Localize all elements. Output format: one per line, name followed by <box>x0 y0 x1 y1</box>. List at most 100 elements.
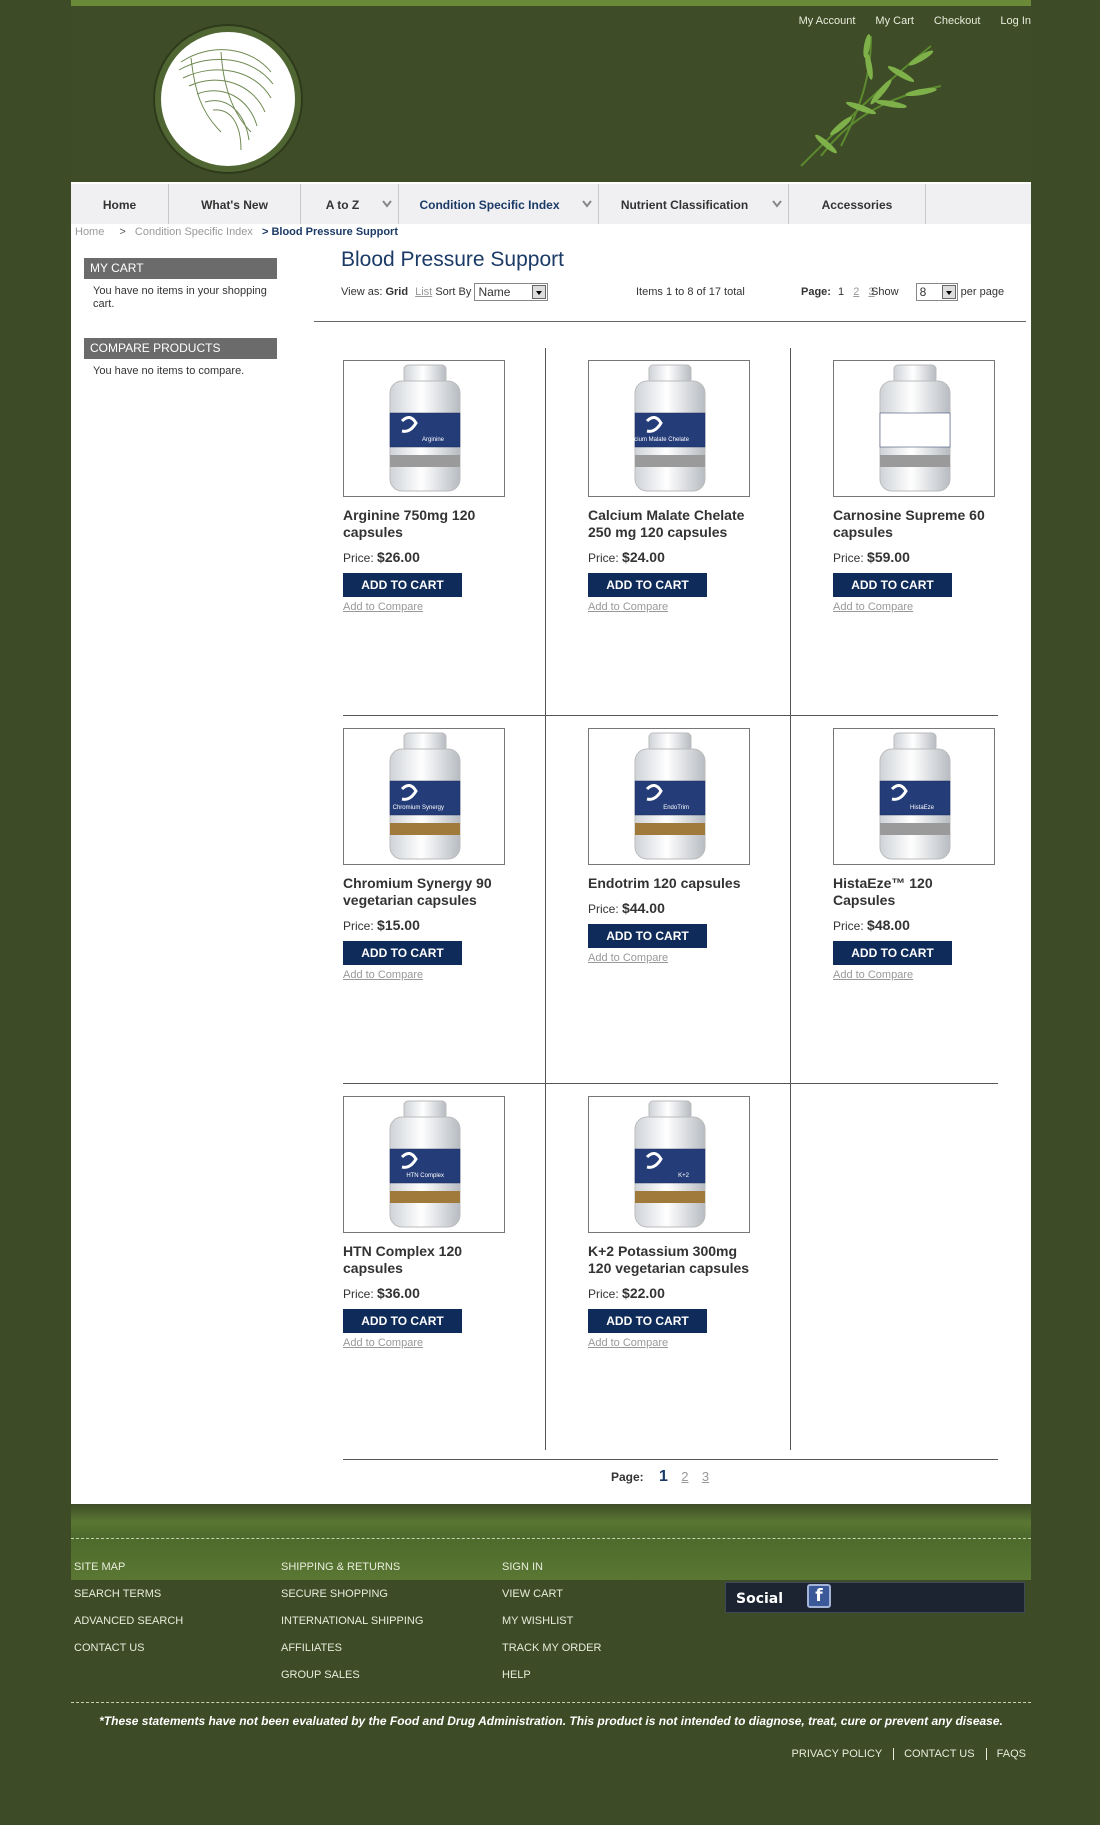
add-to-cart-button[interactable]: ADD TO CART <box>588 924 707 948</box>
product-image[interactable]: Calcium Malate Chelate <box>588 360 750 497</box>
add-to-cart-button[interactable]: ADD TO CART <box>833 573 952 597</box>
add-to-cart-button[interactable]: ADD TO CART <box>588 1309 707 1333</box>
legal-links: PRIVACY POLICY CONTACT US FAQS <box>774 1748 1026 1760</box>
product-name[interactable]: HTN Complex 120 capsules <box>343 1243 508 1277</box>
add-to-cart-button[interactable]: ADD TO CART <box>343 1309 462 1333</box>
price-value: $22.00 <box>622 1285 665 1301</box>
product-name[interactable]: HistaEze™ 120 Capsules <box>833 875 998 909</box>
product-name[interactable]: Arginine 750mg 120 capsules <box>343 507 508 541</box>
footer-advanced-search-link[interactable]: Advanced Search <box>74 1615 183 1627</box>
product-image[interactable]: HTN Complex <box>343 1096 505 1233</box>
product-image[interactable]: Chromium Synergy <box>343 728 505 865</box>
footer-group-sales-link[interactable]: Group Sales <box>281 1669 360 1681</box>
add-to-compare-link[interactable]: Add to Compare <box>343 1337 543 1349</box>
add-to-compare-link[interactable]: Add to Compare <box>343 601 543 613</box>
nav-label: Home <box>102 198 137 212</box>
bottom-page-2-link[interactable]: 2 <box>681 1469 688 1484</box>
nav-nutrient-classification[interactable]: Nutrient Classification <box>599 184 789 224</box>
price-value: $15.00 <box>377 917 420 933</box>
footer-search-terms-link[interactable]: Search Terms <box>74 1588 161 1600</box>
footer-affiliates-link[interactable]: Affiliates <box>281 1642 342 1654</box>
product-image[interactable]: EndoTrim <box>588 728 750 865</box>
footer-site-map-link[interactable]: Site Map <box>74 1561 125 1573</box>
footer-band <box>71 1504 1031 1580</box>
footer-shipping-returns-link[interactable]: Shipping & Returns <box>281 1561 400 1573</box>
footer-contact-us-link[interactable]: Contact Us <box>74 1642 145 1654</box>
supplement-bottle-icon: Carnosine Supreme <box>879 364 951 492</box>
bottle-label-text: HistaEze <box>910 805 935 811</box>
product-price: Price: $26.00 <box>343 549 543 565</box>
add-to-cart-button[interactable]: ADD TO CART <box>343 941 462 965</box>
footer-secure-shopping-link[interactable]: Secure Shopping <box>281 1588 388 1600</box>
footer-my-wishlist-link[interactable]: My Wishlist <box>502 1615 573 1627</box>
nav-label: Accessories <box>821 198 893 212</box>
add-to-compare-link[interactable]: Add to Compare <box>588 1337 788 1349</box>
add-to-compare-link[interactable]: Add to Compare <box>343 969 543 981</box>
fda-disclaimer: *These statements have not been evaluate… <box>99 1714 1003 1728</box>
footer-view-cart-link[interactable]: View Cart <box>502 1588 563 1600</box>
nav-home[interactable]: Home <box>71 184 169 224</box>
main-content: Home > Condition Specific Index > Blood … <box>71 224 1031 1504</box>
add-to-cart-button[interactable]: ADD TO CART <box>343 573 462 597</box>
product-item: HTN Complex HTN Complex 120 capsules Price… <box>343 1096 543 1349</box>
product-name[interactable]: Carnosine Supreme 60 capsules <box>833 507 998 541</box>
add-to-cart-button[interactable]: ADD TO CART <box>833 941 952 965</box>
page-2-link[interactable]: 2 <box>853 286 859 298</box>
my-cart-empty-text: You have no items in your shopping cart. <box>93 285 267 310</box>
log-in-link[interactable]: Log In <box>1000 15 1031 27</box>
faqs-link[interactable]: FAQS <box>985 1748 1026 1760</box>
product-name[interactable]: Chromium Synergy 90 vegetarian capsules <box>343 875 508 909</box>
facebook-icon[interactable]: f <box>807 1584 831 1608</box>
supplement-bottle-icon: HistaEze <box>879 732 951 860</box>
breadcrumb-condition-index[interactable]: Condition Specific Index <box>135 226 253 238</box>
per-page-select[interactable]: 8 <box>915 283 958 302</box>
legal-contact-us-link[interactable]: CONTACT US <box>893 1748 975 1760</box>
add-to-compare-link[interactable]: Add to Compare <box>833 969 1033 981</box>
product-name[interactable]: Endotrim 120 capsules <box>588 875 753 892</box>
social-box: Social f <box>725 1582 1025 1613</box>
social-label: Social <box>736 1591 784 1607</box>
product-image[interactable]: Carnosine Supreme <box>833 360 995 497</box>
chevron-down-icon <box>772 200 782 208</box>
page-label: Page: <box>801 286 831 298</box>
nav-label: Nutrient Classification <box>620 198 749 212</box>
site-logo[interactable] <box>155 26 301 172</box>
page-1: 1 <box>838 286 845 298</box>
privacy-policy-link[interactable]: PRIVACY POLICY <box>782 1748 882 1760</box>
nav-a-to-z[interactable]: A to Z <box>301 184 399 224</box>
product-name[interactable]: Calcium Malate Chelate 250 mg 120 capsul… <box>588 507 753 541</box>
price-value: $59.00 <box>867 549 910 565</box>
bottle-label-text: Carnosine Supreme <box>881 437 935 443</box>
product-name[interactable]: K+2 Potassium 300mg 120 vegetarian capsu… <box>588 1243 753 1277</box>
product-price: Price: $59.00 <box>833 549 1033 565</box>
footer-sign-in-link[interactable]: Sign In <box>502 1561 543 1573</box>
product-item: HistaEze HistaEze™ 120 Capsules Price: $48… <box>833 728 1033 981</box>
nav-label: A to Z <box>325 198 360 212</box>
my-cart-title: My Cart <box>84 258 277 279</box>
product-item: Calcium Malate Chelate Calcium Malate Che… <box>588 360 788 613</box>
footer-international-shipping-link[interactable]: International Shipping <box>281 1615 423 1627</box>
add-to-cart-button[interactable]: ADD TO CART <box>588 573 707 597</box>
add-to-compare-link[interactable]: Add to Compare <box>833 601 1033 613</box>
product-item: Arginine Arginine 750mg 120 capsules Price… <box>343 360 543 613</box>
breadcrumb-home[interactable]: Home <box>75 226 104 238</box>
product-image[interactable]: Arginine <box>343 360 505 497</box>
product-price: Price: $48.00 <box>833 917 1033 933</box>
product-price: Price: $36.00 <box>343 1285 543 1301</box>
product-image[interactable]: HistaEze <box>833 728 995 865</box>
add-to-compare-link[interactable]: Add to Compare <box>588 952 788 964</box>
add-to-compare-link[interactable]: Add to Compare <box>588 601 788 613</box>
supplement-bottle-icon: Calcium Malate Chelate <box>625 364 706 492</box>
nav-accessories[interactable]: Accessories <box>789 184 926 224</box>
sort-by-select[interactable]: Name <box>474 283 549 302</box>
bottom-page-3-link[interactable]: 3 <box>702 1469 709 1484</box>
bottle-label-text: Calcium Malate Chelate <box>625 437 689 443</box>
bottom-pager: Page: 1 2 3 <box>611 1468 719 1486</box>
product-image[interactable]: K+2 <box>588 1096 750 1233</box>
compare-empty-text: You have no items to compare. <box>93 365 245 377</box>
footer-track-order-link[interactable]: Track My Order <box>502 1642 601 1654</box>
footer-help-link[interactable]: Help <box>502 1669 531 1681</box>
nav-condition-specific-index[interactable]: Condition Specific Index <box>399 184 599 224</box>
view-list-link[interactable]: List <box>415 286 432 298</box>
nav-whats-new[interactable]: What's New <box>169 184 301 224</box>
